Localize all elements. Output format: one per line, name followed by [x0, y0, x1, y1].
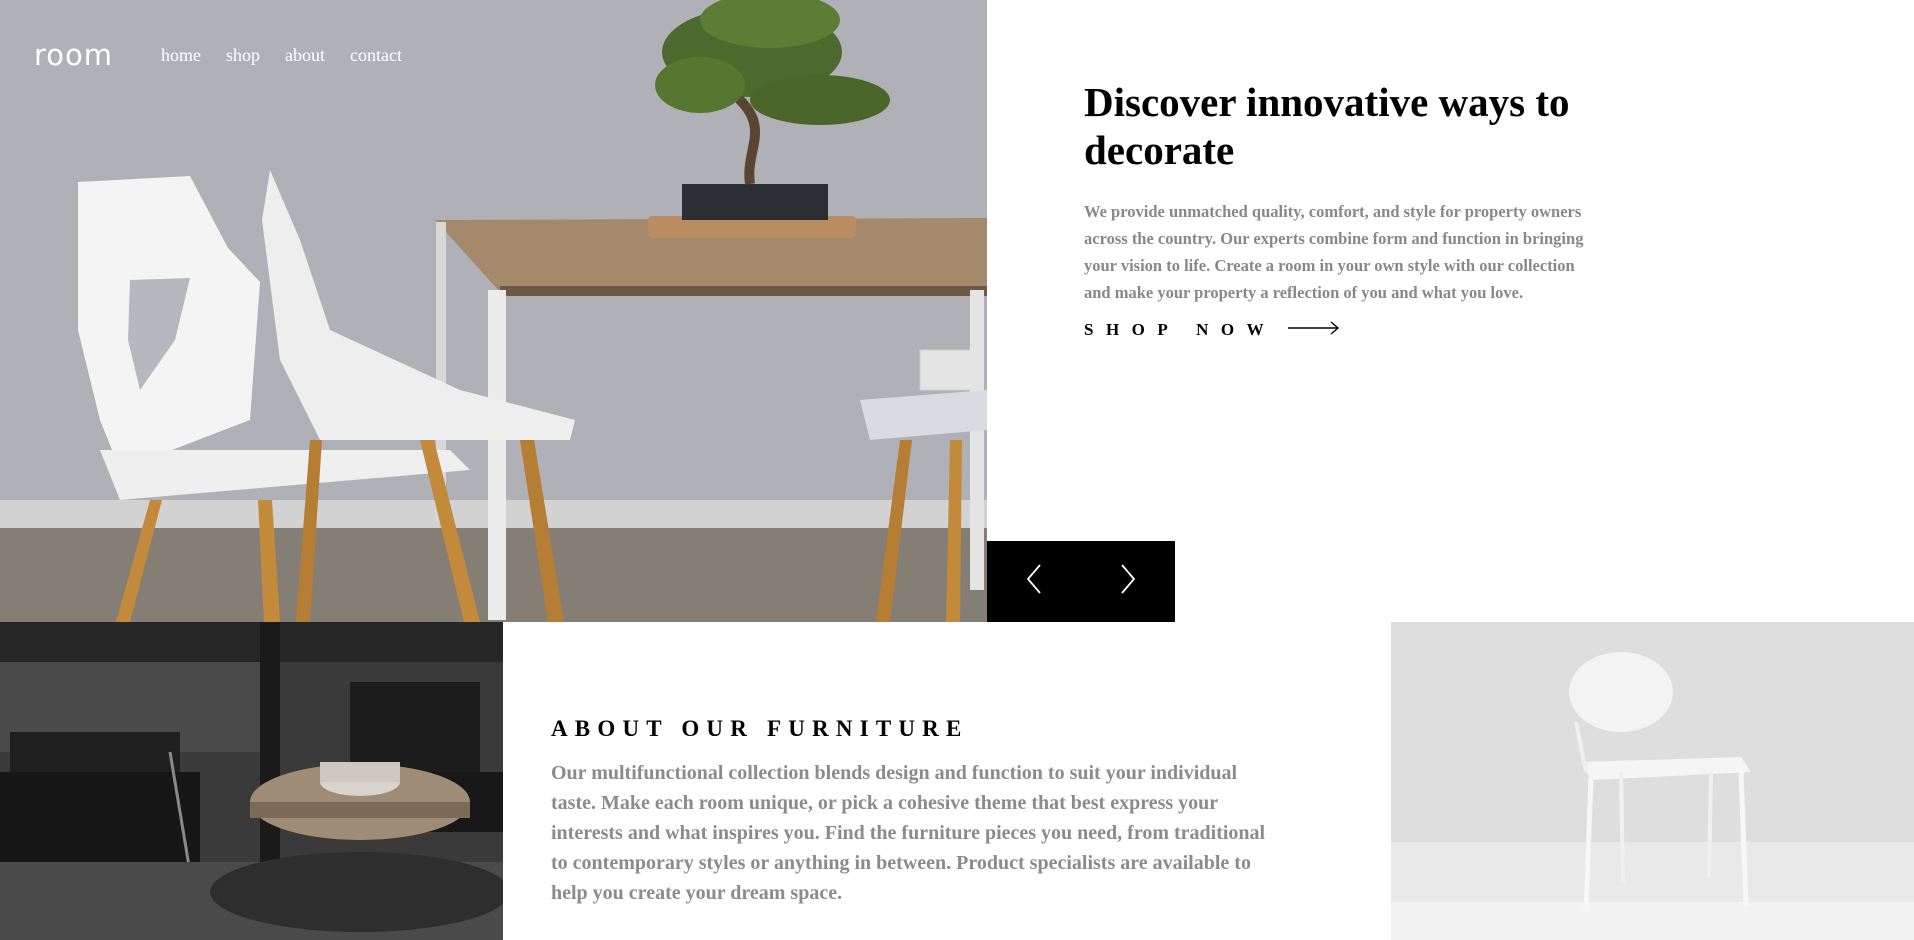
- hero-description: We provide unmatched quality, comfort, a…: [1084, 202, 1584, 302]
- slider-prev-button[interactable]: [987, 541, 1081, 622]
- logo[interactable]: room: [34, 40, 113, 70]
- nav-link-contact[interactable]: contact: [350, 36, 402, 74]
- main-nav: room home shop about contact: [34, 36, 402, 74]
- about-dark-image: [0, 622, 503, 940]
- arrow-right-icon: [1288, 320, 1340, 340]
- light-chair-illustration: [1391, 622, 1914, 940]
- slider-next-button[interactable]: [1081, 541, 1175, 622]
- page: room home shop about contact Discover in…: [0, 0, 1914, 940]
- hero-title: Discover innovative ways to decorate: [1084, 79, 1570, 173]
- nav-link-shop[interactable]: shop: [226, 36, 260, 74]
- nav-link-home[interactable]: home: [161, 36, 201, 74]
- nav-links: home shop about contact: [161, 36, 402, 74]
- about-light-image: [1391, 622, 1914, 940]
- shop-now-button[interactable]: SHOP NOW: [1084, 320, 1604, 340]
- nav-link-about[interactable]: about: [285, 36, 325, 74]
- shop-now-label: SHOP NOW: [1084, 320, 1277, 339]
- chevron-right-icon: [1120, 563, 1136, 600]
- slider-controls: [987, 541, 1175, 622]
- about-title: ABOUT OUR FURNITURE: [551, 716, 969, 741]
- about-section: ABOUT OUR FURNITURE Our multifunctional …: [551, 716, 1271, 908]
- hero-photo-illustration: [0, 0, 987, 622]
- hero-content: Discover innovative ways to decorate We …: [1084, 78, 1604, 340]
- hero-image: room home shop about contact: [0, 0, 987, 622]
- dark-room-illustration: [0, 622, 503, 940]
- about-description: Our multifunctional collection blends de…: [551, 762, 1266, 904]
- chevron-left-icon: [1026, 563, 1042, 600]
